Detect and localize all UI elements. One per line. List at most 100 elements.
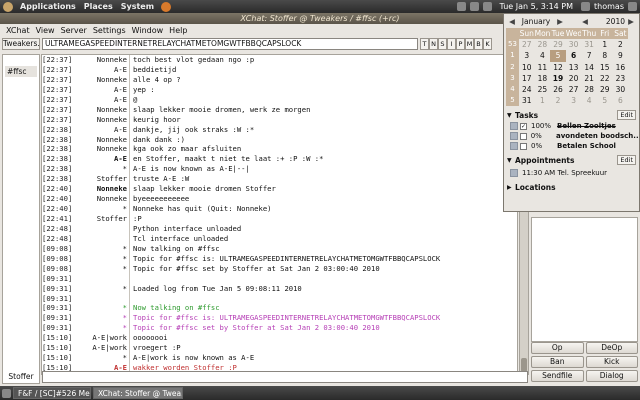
appointments-edit-button[interactable]: Edit [617,155,636,166]
prev-year-icon[interactable]: ◀ [581,17,589,26]
channel-item-ffsc[interactable]: #ffsc [5,66,37,77]
calendar-day[interactable]: 24 [519,84,535,95]
mode-k-button[interactable]: K [483,38,492,50]
chat-nick[interactable]: Nonneke [87,135,130,145]
chat-nick[interactable] [87,224,130,234]
user-name[interactable]: thomas [594,2,624,11]
chat-nick[interactable]: Nonneke [87,55,130,65]
chat-nick[interactable]: * [87,204,130,214]
next-year-icon[interactable]: ▶ [627,17,635,26]
chat-nick[interactable]: A-E [87,125,130,135]
chat-nick[interactable]: Nonneke [87,105,130,115]
chat-input[interactable] [42,371,528,383]
menu-window[interactable]: Window [129,26,167,35]
task-checkbox[interactable]: ✓ [520,122,527,130]
menu-applications[interactable]: Applications [16,2,80,11]
chat-nick[interactable]: * [87,164,130,174]
power-icon[interactable] [628,2,637,11]
server-tab[interactable]: Tweakers. [2,38,40,50]
sendfile-button[interactable]: Sendfile [531,370,584,382]
tasks-header[interactable]: ▼ Tasks Edit [504,109,639,121]
expand-triangle-icon[interactable]: ▼ [507,112,515,119]
calendar-day[interactable]: 27 [519,39,535,50]
calendar-day[interactable]: 19 [550,73,566,84]
calendar-day[interactable]: 5 [597,95,613,106]
task-item[interactable]: ✓ 100% Bellen Zooltjes [504,121,639,131]
calendar-day[interactable]: 31 [519,95,535,106]
chat-nick[interactable]: A-E|work [87,333,130,343]
task-item[interactable]: 0% Betalen School [504,141,639,151]
mode-b-button[interactable]: B [474,38,483,50]
calendar-day[interactable]: 15 [597,62,613,73]
calendar-day[interactable]: 2 [613,39,629,50]
calendar-day[interactable]: 8 [597,50,613,61]
kick-button[interactable]: Kick [585,356,638,368]
chat-nick[interactable]: * [87,264,130,274]
firefox-launcher-icon[interactable] [161,1,172,12]
calendar-day[interactable]: 12 [550,62,566,73]
calendar-day[interactable]: 9 [613,50,629,61]
menu-places[interactable]: Places [80,2,117,11]
chat-nick[interactable]: * [87,244,130,254]
calendar-day[interactable]: 26 [550,84,566,95]
calendar-day[interactable]: 1 [597,39,613,50]
calendar-day[interactable]: 17 [519,73,535,84]
chat-nick[interactable]: Stoffer [87,174,130,184]
prev-month-icon[interactable]: ◀ [508,17,516,26]
collapse-triangle-icon[interactable]: ▶ [507,184,515,191]
chat-nick[interactable]: Nonneke [87,115,130,125]
calendar-day[interactable]: 31 [581,39,597,50]
calendar-day[interactable]: 30 [613,84,629,95]
chat-nick[interactable]: A-E|work [87,343,130,353]
taskbar-item-xchat[interactable]: XChat: Stoffer @ Twea... [93,387,183,399]
task-checkbox[interactable] [520,142,527,150]
appointment-item[interactable]: 11:30 AM Tel. Spreekuur [504,168,639,178]
calendar-day[interactable]: 29 [550,39,566,50]
topic-input[interactable]: ULTRAMEGASPEEDINTERNETRELAYCHATMETOMGWTF… [42,38,418,50]
menu-settings[interactable]: Settings [90,26,129,35]
calendar-day[interactable]: 6 [613,95,629,106]
mode-m-button[interactable]: M [465,38,474,50]
chat-nick[interactable] [87,274,130,284]
chat-nick[interactable]: Nonneke [87,184,130,194]
calendar-day[interactable]: 30 [566,39,582,50]
locations-header[interactable]: ▶ Locations [504,181,639,193]
calendar-day[interactable]: 3 [566,95,582,106]
chat-nick[interactable]: Nonneke [87,144,130,154]
calendar-day[interactable]: 25 [535,84,551,95]
calendar-day[interactable]: 2 [550,95,566,106]
chat-nick[interactable]: * [87,323,130,333]
clock[interactable]: Tue Jan 5, 3:14 PM [496,2,578,11]
calendar-day[interactable]: 18 [535,73,551,84]
chat-nick[interactable]: * [87,313,130,323]
chat-nick[interactable]: A-E [87,65,130,75]
show-desktop-icon[interactable] [2,388,11,398]
mode-i-button[interactable]: I [447,38,456,50]
user-list[interactable] [531,217,638,342]
calendar-day[interactable]: 23 [613,73,629,84]
appointments-header[interactable]: ▼ Appointments Edit [504,154,639,166]
calendar-day[interactable]: 27 [566,84,582,95]
mode-p-button[interactable]: P [456,38,465,50]
ban-button[interactable]: Ban [531,356,584,368]
dialog-button[interactable]: Dialog [585,370,638,382]
menu-view[interactable]: View [33,26,58,35]
mode-t-button[interactable]: T [420,38,429,50]
expand-triangle-icon[interactable]: ▼ [507,157,515,164]
calendar-day[interactable]: 13 [566,62,582,73]
volume-icon[interactable] [482,2,492,11]
menu-system[interactable]: System [117,2,158,11]
task-checkbox[interactable] [519,132,527,140]
menu-help[interactable]: Help [166,26,190,35]
calendar-day[interactable]: 16 [613,62,629,73]
calendar-day[interactable]: 5 [550,50,566,62]
calendar-day[interactable]: 10 [519,62,535,73]
calendar-day[interactable]: 4 [581,95,597,106]
chat-nick[interactable]: Stoffer [87,214,130,224]
calendar-day[interactable]: 20 [566,73,582,84]
tasks-edit-button[interactable]: Edit [617,110,636,121]
calendar-day[interactable]: 6 [566,50,582,61]
network-icon[interactable] [469,2,479,11]
calendar-day[interactable]: 3 [519,50,535,61]
chat-nick[interactable]: * [87,303,130,313]
